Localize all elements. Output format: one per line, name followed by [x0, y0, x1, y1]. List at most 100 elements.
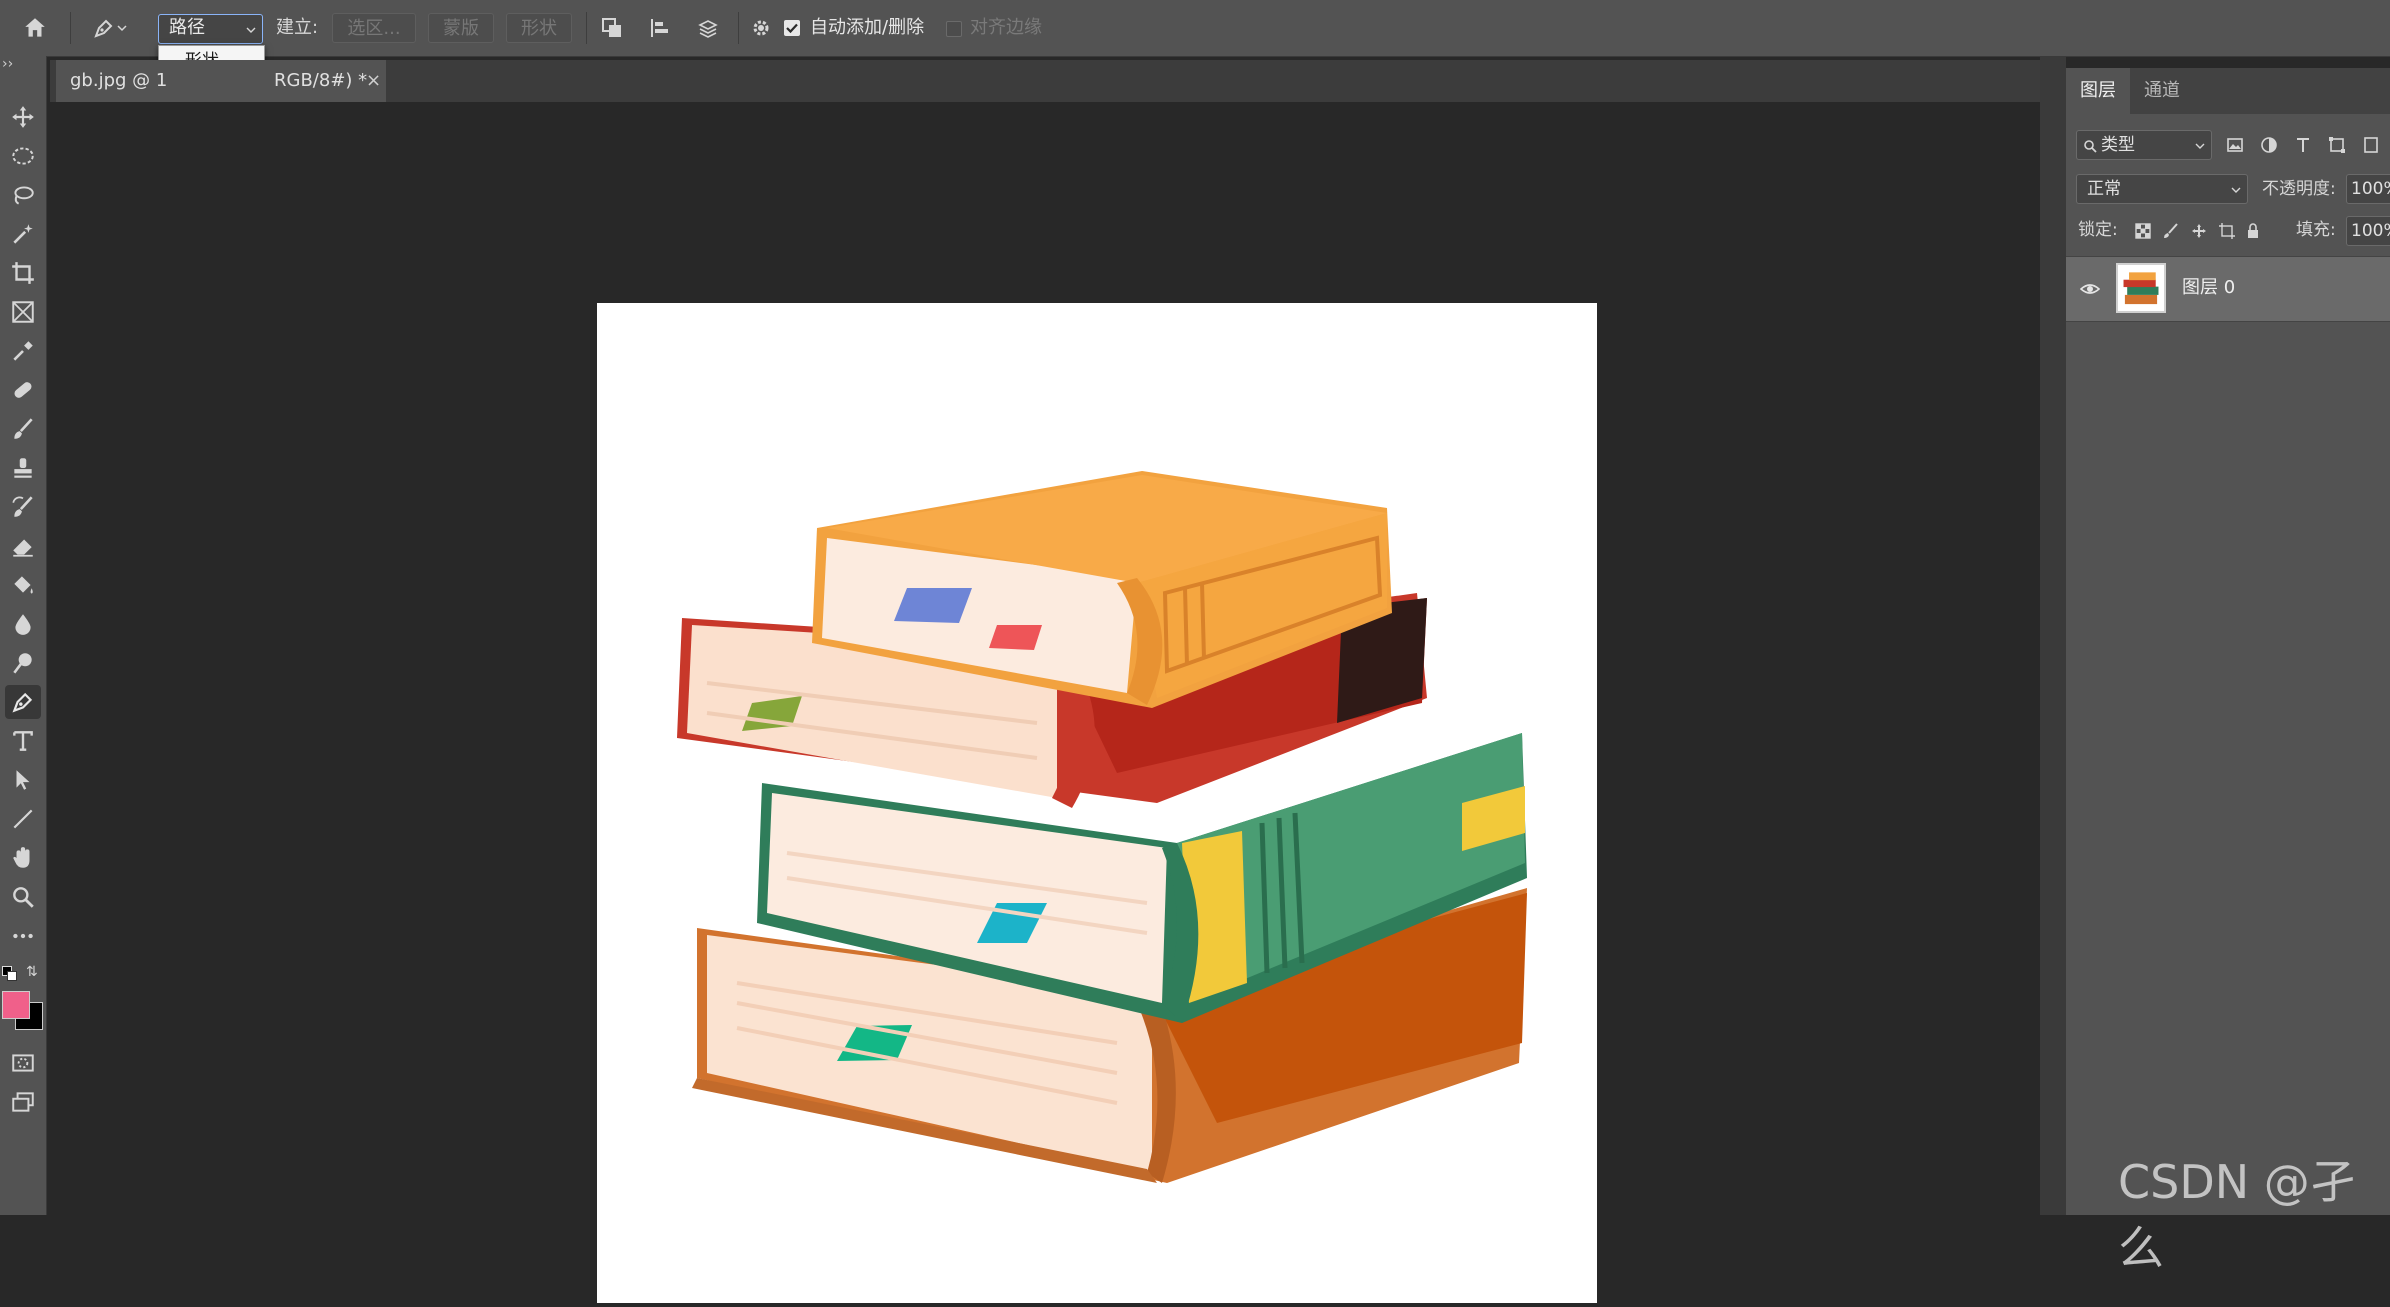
lock-artboard-icon[interactable] [2216, 220, 2238, 242]
blur-drop-icon [15, 614, 31, 635]
filter-shape-icon[interactable] [2326, 134, 2348, 156]
document-tab-title: gb.jpg @ 1 [70, 70, 168, 91]
mode-select-value: 路径 [169, 17, 205, 38]
tool-preset-picker[interactable] [82, 12, 138, 44]
pen-icon [94, 19, 113, 38]
layer-row[interactable]: 图层 0 [2066, 256, 2390, 322]
type-icon [13, 731, 33, 751]
panel-dock-gap [2040, 56, 2066, 1215]
eraser-tool[interactable] [5, 529, 41, 563]
make-selection-button[interactable]: 选区... [332, 13, 416, 43]
more-tools[interactable] [5, 919, 41, 953]
brush-tool[interactable] [5, 412, 41, 446]
path-alignment-icon [651, 19, 668, 37]
history-brush-tool[interactable] [5, 490, 41, 524]
foreground-color-swatch[interactable] [2, 991, 30, 1019]
hand-tool[interactable] [5, 841, 41, 875]
lock-transparent-pixels-icon[interactable] [2132, 220, 2154, 242]
align-edges-checkbox[interactable] [946, 21, 962, 37]
path-selection-tool[interactable] [5, 763, 41, 797]
quick-mask-button[interactable] [5, 1046, 41, 1080]
pen-tool[interactable] [5, 685, 41, 719]
pen-icon [12, 692, 33, 713]
move-tool-icon [12, 106, 34, 128]
blend-mode-value: 正常 [2087, 179, 2121, 199]
healing-brush-tool[interactable] [5, 373, 41, 407]
crop-icon [12, 262, 34, 284]
blend-mode-select[interactable]: 正常 [2076, 174, 2248, 204]
tab-channels[interactable]: 通道 [2130, 68, 2194, 114]
lock-image-pixels-icon[interactable] [2160, 220, 2182, 242]
panel-tab-bar: 图层 通道 [2066, 68, 2390, 114]
settings-button[interactable] [746, 12, 776, 44]
filter-adjustment-icon[interactable] [2258, 134, 2280, 156]
search-icon [2084, 140, 2097, 153]
type-tool[interactable] [5, 724, 41, 758]
history-brush-icon [12, 496, 33, 517]
make-shape-button[interactable]: 形状 [506, 13, 572, 43]
swap-colors-icon[interactable]: ⇅ [26, 964, 38, 980]
make-label: 建立: [276, 17, 319, 38]
lasso-tool[interactable] [5, 178, 41, 212]
filter-pixel-icon[interactable] [2224, 134, 2246, 156]
path-operations-button[interactable] [596, 12, 628, 44]
close-icon[interactable]: × [366, 60, 381, 102]
books-artwork [677, 471, 1527, 1183]
frame-icon [12, 301, 34, 323]
path-arrangement-icon [698, 20, 718, 38]
hand-icon [13, 847, 30, 868]
document-tab[interactable]: gb.jpg @ 1 RGB/8#) * × [56, 60, 386, 102]
lock-position-icon[interactable] [2188, 220, 2210, 242]
path-alignment-button[interactable] [644, 12, 676, 44]
path-operations-icon [602, 18, 621, 37]
lock-all-icon[interactable] [2242, 220, 2264, 242]
collapse-toolbar-icon[interactable]: ›› [2, 56, 13, 72]
tab-layers[interactable]: 图层 [2066, 68, 2130, 114]
home-icon [25, 18, 45, 37]
tools-panel: ›› ⇅ [0, 56, 47, 1215]
divider [738, 12, 739, 44]
move-tool[interactable] [5, 100, 41, 134]
lock-label: 锁定: [2078, 220, 2118, 240]
elliptical-marquee-tool[interactable] [5, 139, 41, 173]
home-button[interactable] [18, 12, 52, 44]
options-bar: 路径 建立: 选区... 蒙版 形状 自动添加/删除 对齐边缘 [0, 0, 2390, 57]
path-arrangement-button[interactable] [692, 12, 724, 44]
default-colors-icon[interactable] [2, 966, 17, 981]
zoom-tool[interactable] [5, 880, 41, 914]
paint-bucket-tool[interactable] [5, 568, 41, 602]
frame-tool[interactable] [5, 295, 41, 329]
auto-add-delete-checkbox[interactable] [784, 20, 800, 36]
lasso-icon [14, 186, 34, 205]
visibility-eye-icon[interactable] [2079, 279, 2101, 303]
document-canvas[interactable] [597, 303, 1597, 1303]
line-tool[interactable] [5, 802, 41, 836]
paint-bucket-icon [14, 576, 33, 594]
filter-type-icon[interactable] [2292, 134, 2314, 156]
opacity-field[interactable]: 100% [2346, 174, 2390, 204]
chevron-down-icon [2231, 187, 2241, 193]
make-mask-button[interactable]: 蒙版 [428, 13, 494, 43]
mode-select[interactable]: 路径 [158, 14, 263, 44]
crop-tool[interactable] [5, 256, 41, 290]
magic-wand-tool[interactable] [5, 217, 41, 251]
dodge-tool[interactable] [5, 646, 41, 680]
screen-mode-button[interactable] [5, 1085, 41, 1119]
align-edges-label: 对齐边缘 [970, 17, 1042, 38]
chevron-down-icon [117, 25, 127, 32]
clone-stamp-tool[interactable] [5, 451, 41, 485]
layer-filter-select[interactable]: 类型 [2076, 130, 2212, 160]
blur-tool[interactable] [5, 607, 41, 641]
chevron-down-icon [246, 27, 256, 33]
eyedropper-tool[interactable] [5, 334, 41, 368]
fill-field[interactable]: 100% [2346, 216, 2390, 246]
checkmark-icon [786, 23, 798, 34]
filter-smart-object-icon[interactable] [2360, 134, 2382, 156]
eraser-icon [13, 539, 33, 557]
more-tools-icon [13, 933, 33, 939]
layer-name[interactable]: 图层 0 [2182, 275, 2235, 301]
zoom-icon [13, 887, 34, 908]
marquee-ellipse-icon [12, 147, 34, 165]
screen-mode-icon [12, 1092, 34, 1112]
healing-brush-icon [14, 382, 32, 398]
